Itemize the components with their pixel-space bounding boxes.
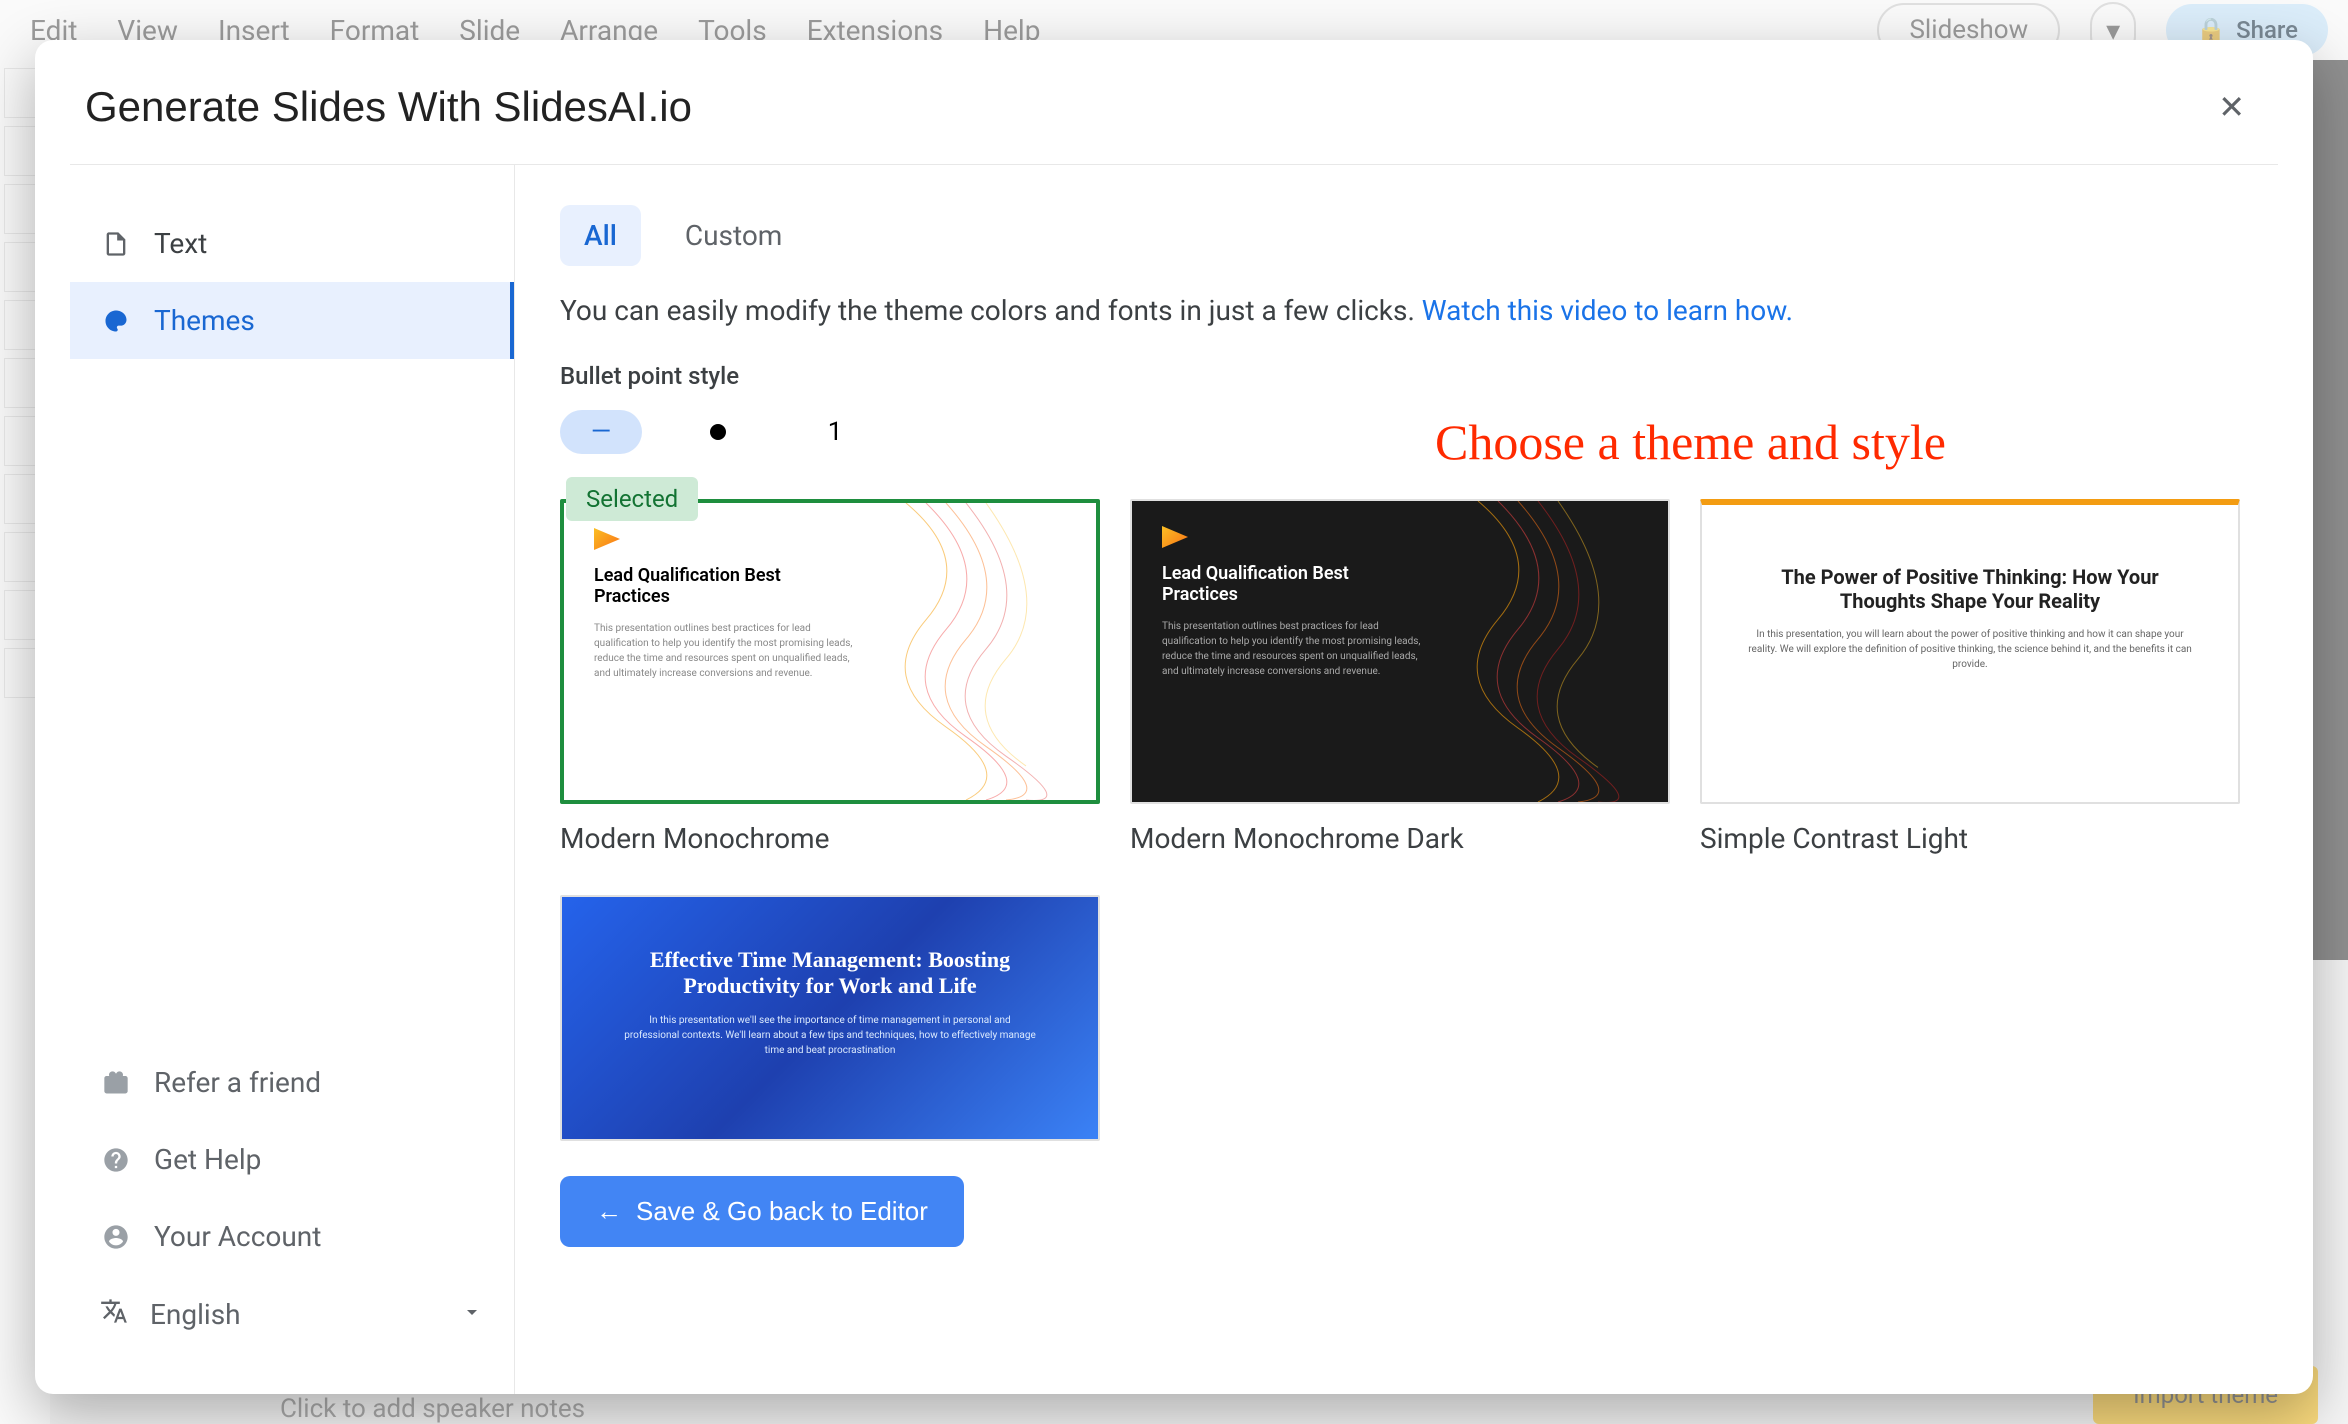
- chevron-down-icon: [460, 1298, 484, 1331]
- account-icon: [100, 1221, 132, 1253]
- theme-name: Modern Monochrome Dark: [1130, 822, 1670, 855]
- modal-title: Generate Slides With SlidesAI.io: [85, 83, 692, 131]
- bullet-style-options: — 1: [560, 410, 2268, 454]
- sidebar-label: Get Help: [154, 1143, 261, 1176]
- thumb-title: Effective Time Management: Boosting Prod…: [622, 947, 1038, 999]
- theme-card-simple-contrast-light[interactable]: The Power of Positive Thinking: How Your…: [1700, 499, 2240, 855]
- theme-name: Modern Monochrome: [560, 822, 1100, 855]
- wave-decoration: [856, 503, 1100, 800]
- document-icon: [100, 228, 132, 260]
- thumb-desc: In this presentation, you will learn abo…: [1742, 627, 2198, 672]
- thumb-title: The Power of Positive Thinking: How Your…: [1742, 565, 2198, 613]
- dot-icon: [710, 424, 726, 440]
- theme-name: Simple Contrast Light: [1700, 822, 2240, 855]
- sidebar-item-themes[interactable]: Themes: [70, 282, 514, 359]
- save-button-label: Save & Go back to Editor: [636, 1196, 928, 1227]
- arrow-left-icon: ←: [596, 1196, 622, 1227]
- annotation-text: Choose a theme and style: [1435, 413, 1946, 471]
- thumb-desc: This presentation outlines best practice…: [594, 621, 853, 681]
- main-content: All Custom You can easily modify the the…: [515, 165, 2313, 1394]
- thumb-title: Lead Qualification Best Practices: [1162, 563, 1424, 605]
- theme-card-modern-monochrome-dark[interactable]: Lead Qualification Best Practices This p…: [1130, 499, 1670, 855]
- play-icon: [594, 528, 620, 550]
- bullet-opt-dash[interactable]: —: [560, 410, 642, 454]
- sidebar-label: Your Account: [154, 1220, 321, 1253]
- theme-card-blue-gradient[interactable]: Effective Time Management: Boosting Prod…: [560, 895, 1100, 1141]
- language-selector[interactable]: English: [70, 1275, 514, 1354]
- translate-icon: [100, 1297, 128, 1332]
- sidebar-label: Text: [154, 227, 207, 260]
- bullet-opt-number[interactable]: 1: [794, 410, 876, 454]
- theme-thumbnail: The Power of Positive Thinking: How Your…: [1700, 499, 2240, 804]
- thumb-desc: This presentation outlines best practice…: [1162, 619, 1424, 679]
- bullet-opt-dot[interactable]: [677, 410, 759, 454]
- wave-decoration: [1428, 501, 1670, 802]
- bg-speaker-notes: Click to add speaker notes: [280, 1394, 585, 1424]
- helper-text-body: You can easily modify the theme colors a…: [560, 294, 1422, 327]
- theme-thumbnail: Lead Qualification Best Practices This p…: [1130, 499, 1670, 804]
- help-icon: [100, 1144, 132, 1176]
- bullet-style-label: Bullet point style: [560, 362, 2268, 390]
- sidebar-label: Refer a friend: [154, 1066, 321, 1099]
- sidebar-label: Themes: [154, 304, 255, 337]
- theme-tabs: All Custom: [560, 205, 2268, 266]
- language-label: English: [150, 1298, 241, 1331]
- sidebar-item-refer[interactable]: Refer a friend: [70, 1044, 514, 1121]
- helper-text: You can easily modify the theme colors a…: [560, 294, 2268, 327]
- tab-custom[interactable]: Custom: [661, 205, 807, 266]
- theme-grid: Selected Lead Qualification Best Practic…: [560, 499, 2268, 1141]
- theme-thumbnail: Effective Time Management: Boosting Prod…: [560, 895, 1100, 1141]
- play-icon: [1162, 526, 1188, 548]
- sidebar-item-account[interactable]: Your Account: [70, 1198, 514, 1275]
- theme-thumbnail: Lead Qualification Best Practices This p…: [560, 499, 1100, 804]
- thumb-desc: In this presentation we'll see the impor…: [622, 1013, 1038, 1058]
- gift-icon: [100, 1067, 132, 1099]
- close-button[interactable]: ✕: [2210, 80, 2253, 134]
- theme-card-modern-monochrome[interactable]: Selected Lead Qualification Best Practic…: [560, 499, 1100, 855]
- thumb-title: Lead Qualification Best Practices: [594, 565, 853, 607]
- helper-link[interactable]: Watch this video to learn how.: [1422, 294, 1793, 327]
- sidebar-item-text[interactable]: Text: [70, 205, 514, 282]
- sidebar: Text Themes Refer a friend: [70, 165, 515, 1394]
- tab-all[interactable]: All: [560, 205, 641, 266]
- sidebar-item-help[interactable]: Get Help: [70, 1121, 514, 1198]
- palette-icon: [100, 305, 132, 337]
- modal-header: Generate Slides With SlidesAI.io ✕: [70, 40, 2278, 165]
- generate-slides-modal: Generate Slides With SlidesAI.io ✕ Text …: [35, 40, 2313, 1394]
- save-go-back-button[interactable]: ← Save & Go back to Editor: [560, 1176, 964, 1247]
- selected-badge: Selected: [566, 477, 698, 521]
